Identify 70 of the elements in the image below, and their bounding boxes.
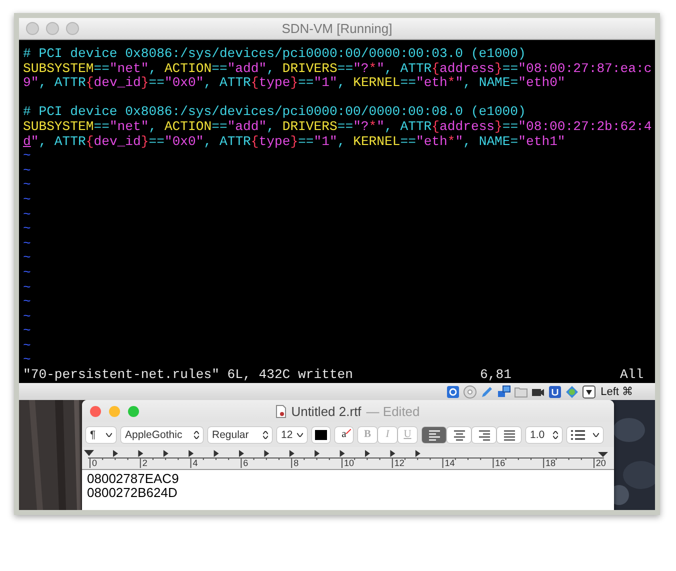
disc-icon[interactable] [462, 384, 477, 398]
text-line: 08002787EAC9 [87, 472, 180, 486]
stepper-icon [263, 430, 268, 438]
chevron-icon [593, 432, 599, 436]
ruler-label: 2 [142, 458, 148, 468]
code-line: SUBSYSTEM=="net", ACTION=="add", DRIVERS=="?*", ATTR{address}=="08:00:27:2b:62:4 [23, 118, 652, 134]
ruler-label: 18 [546, 458, 557, 468]
align-center-button[interactable] [447, 426, 471, 442]
chevron-icon [297, 432, 303, 436]
empty-line-marker: ~ [23, 264, 31, 280]
ruler-label: 16 [495, 458, 506, 468]
font-family-dropdown[interactable]: AppleGothic [121, 426, 203, 442]
empty-line-marker: ~ [23, 294, 31, 310]
paragraph-style-dropdown[interactable]: ¶ [86, 426, 116, 442]
ruler-label: 0 [92, 458, 98, 468]
ruler-label: 8 [294, 458, 300, 468]
ruler-label: 14 [444, 458, 456, 468]
empty-line-marker: ~ [23, 221, 31, 236]
align-icon [451, 428, 467, 442]
line-spacing-dropdown[interactable]: 1.0 [526, 426, 562, 442]
align-icon [476, 428, 492, 442]
align-left-button[interactable] [422, 426, 446, 442]
code-line: SUBSYSTEM=="net", ACTION=="add", DRIVERS=="?*", ATTR{address}=="08:00:27:87:ea:c [23, 60, 652, 76]
list-icon [571, 430, 585, 440]
ruler-label: 4 [192, 458, 199, 468]
code-line: # PCI device 0x8086:/sys/devices/pci0000:00/0000:00:03.0 (e1000) [23, 46, 526, 61]
document-icon [276, 404, 286, 418]
close-button[interactable] [90, 406, 101, 416]
list-style-dropdown[interactable] [567, 426, 603, 442]
empty-line-marker: ~ [23, 177, 31, 192]
align-icon [426, 428, 442, 442]
empty-line-marker: ~ [23, 148, 31, 164]
network-icon[interactable] [496, 384, 511, 398]
font-size-combobox[interactable]: 12 [277, 426, 307, 442]
empty-line-marker: ~ [23, 352, 31, 368]
background-color-well[interactable]: a [335, 426, 353, 442]
align-icon [501, 428, 517, 442]
status-message: "70-persistent-net.rules" 6L, 432C written [23, 368, 354, 383]
ruler-label: 12 [394, 458, 406, 468]
chevron-icon [106, 432, 112, 436]
ruler-label: 20 [596, 458, 606, 468]
edited-label: — Edited [366, 404, 420, 418]
empty-line-marker: ~ [23, 308, 31, 324]
align-justify-button[interactable] [497, 426, 521, 442]
code-line: 9", ATTR{dev_id}=="0x0", ATTR{type}=="1", KERNEL=="eth*", NAME="eth0" [23, 75, 566, 90]
ruler-label: 6 [243, 458, 250, 468]
stepper-icon [553, 430, 558, 438]
empty-line-marker: ~ [23, 236, 31, 251]
empty-line-marker: ~ [23, 192, 31, 207]
empty-line-marker: ~ [23, 162, 31, 178]
document-title: Untitled 2.rtf [291, 404, 362, 418]
text-line: 0800272B624D [87, 486, 178, 500]
empty-line-marker: ~ [23, 323, 31, 338]
empty-line-marker: ~ [23, 250, 31, 266]
strike-icon [346, 428, 351, 434]
empty-line-marker: ~ [23, 280, 31, 294]
empty-line-marker: ~ [23, 206, 31, 222]
stepper-icon [194, 430, 199, 438]
align-right-button[interactable] [472, 426, 496, 442]
window-title: SDN-VM [Running] [282, 21, 392, 36]
text-color-well[interactable] [312, 426, 330, 442]
typeface-dropdown[interactable]: Regular [208, 426, 272, 442]
code-line: d", ATTR{dev_id}=="0x0", ATTR{type}=="1", KERNEL=="eth*", NAME="eth1" [23, 134, 566, 149]
host-key-label: Left ⌘ [600, 385, 633, 398]
scroll-position: All [620, 368, 645, 383]
cursor-position: 6,81 [480, 368, 512, 383]
ruler-label: 10 [344, 458, 355, 468]
code-line: # PCI device 0x8086:/sys/devices/pci0000:00/0000:00:08.0 (e1000) [23, 104, 526, 120]
empty-line-marker: ~ [23, 338, 31, 353]
display-icon[interactable] [548, 384, 562, 398]
